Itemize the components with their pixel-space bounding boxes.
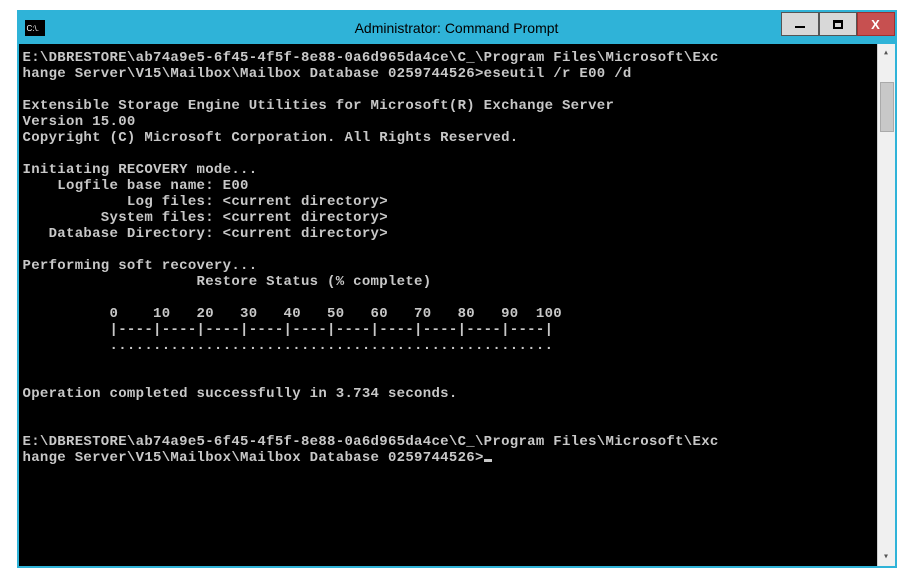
output-line: Database Directory: <current directory>: [23, 226, 388, 242]
titlebar[interactable]: C:\. Administrator: Command Prompt X: [19, 12, 895, 44]
app-icon[interactable]: C:\.: [25, 20, 45, 36]
output-line: Extensible Storage Engine Utilities for …: [23, 98, 615, 114]
prompt-line: hange Server\V15\Mailbox\Mailbox Databas…: [23, 450, 484, 466]
output-line: ........................................…: [23, 338, 554, 354]
output-line: Copyright (C) Microsoft Corporation. All…: [23, 130, 519, 146]
output-line: Initiating RECOVERY mode...: [23, 162, 258, 178]
output-line: E:\DBRESTORE\ab74a9e5-6f45-4f5f-8e88-0a6…: [23, 434, 719, 450]
output-line: System files: <current directory>: [23, 210, 388, 226]
window-controls: X: [781, 12, 895, 36]
close-button[interactable]: X: [857, 12, 895, 36]
output-line: Operation completed successfully in 3.73…: [23, 386, 458, 402]
console-container: E:\DBRESTORE\ab74a9e5-6f45-4f5f-8e88-0a6…: [19, 44, 895, 566]
output-line: 0 10 20 30 40 50 60 70 80 90 100: [23, 306, 562, 322]
vertical-scrollbar[interactable]: ▴ ▾: [877, 44, 895, 566]
output-line: E:\DBRESTORE\ab74a9e5-6f45-4f5f-8e88-0a6…: [23, 50, 719, 66]
minimize-button[interactable]: [781, 12, 819, 36]
output-line: Log files: <current directory>: [23, 194, 388, 210]
output-line: Logfile base name: E00: [23, 178, 249, 194]
console-output[interactable]: E:\DBRESTORE\ab74a9e5-6f45-4f5f-8e88-0a6…: [19, 44, 877, 566]
scroll-thumb[interactable]: [880, 82, 894, 132]
maximize-button[interactable]: [819, 12, 857, 36]
output-line: Performing soft recovery...: [23, 258, 258, 274]
output-line: Restore Status (% complete): [23, 274, 432, 290]
output-line: hange Server\V15\Mailbox\Mailbox Databas…: [23, 66, 632, 82]
scroll-down-icon[interactable]: ▾: [878, 548, 895, 566]
output-line: Version 15.00: [23, 114, 136, 130]
window-title: Administrator: Command Prompt: [355, 20, 559, 36]
window-frame: C:\. Administrator: Command Prompt X E:\…: [17, 10, 897, 568]
output-line: |----|----|----|----|----|----|----|----…: [23, 322, 554, 338]
cursor-icon: [484, 459, 492, 462]
scroll-up-icon[interactable]: ▴: [878, 44, 895, 62]
